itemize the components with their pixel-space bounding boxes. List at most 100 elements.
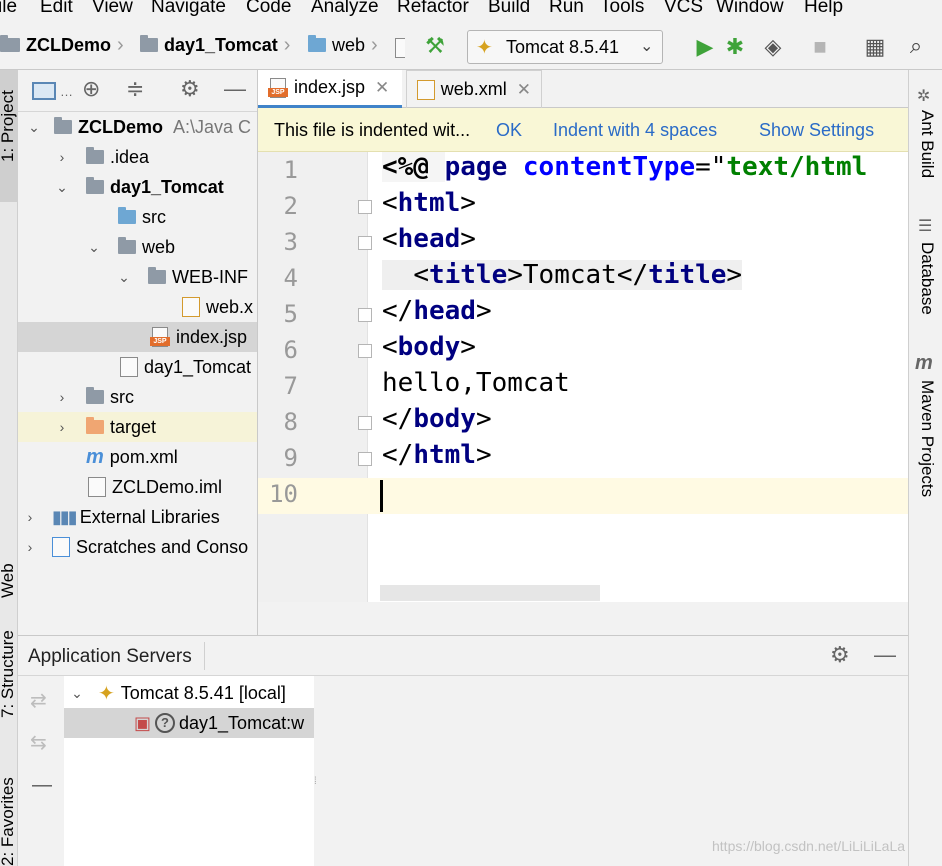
artifact-item[interactable]: ▣ ? day1_Tomcat:w xyxy=(64,708,314,738)
chevron-down-icon: ⌄ xyxy=(56,178,68,195)
web-tool-label[interactable]: Web xyxy=(0,563,18,598)
server-item-tomcat[interactable]: ⌄ ✦ Tomcat 8.5.41 [local] xyxy=(64,678,314,708)
build-hammer-icon[interactable]: ⚒ xyxy=(422,33,448,59)
project-tool-label[interactable]: 1: Project xyxy=(0,90,18,162)
fold-marker-icon[interactable] xyxy=(358,308,372,322)
code-line-3: <head> xyxy=(382,224,476,254)
tree-item-src-root[interactable]: › src xyxy=(18,382,257,412)
fold-marker-icon[interactable] xyxy=(358,452,372,466)
run-configuration-select[interactable]: ✦ Tomcat 8.5.41 ⌄ xyxy=(467,30,663,64)
notification-ok-link[interactable]: OK xyxy=(496,120,522,141)
tree-item-web[interactable]: ⌄ web xyxy=(18,232,257,262)
breadcrumb-folder-label: web xyxy=(332,34,366,55)
menu-analyze[interactable]: Analyze xyxy=(311,0,379,18)
locate-target-icon[interactable]: ⊕ xyxy=(82,76,100,102)
search-icon[interactable]: ⌕ xyxy=(903,33,929,59)
tree-item-web-inf[interactable]: ⌄ WEB-INF xyxy=(18,262,257,292)
gear-icon[interactable]: ⚙ xyxy=(180,76,200,102)
menu-build[interactable]: Build xyxy=(488,0,530,18)
minimize-icon[interactable]: — xyxy=(224,76,246,102)
gear-icon[interactable]: ⚙ xyxy=(830,642,850,668)
minus-icon[interactable]: — xyxy=(32,774,52,797)
database-tool-label[interactable]: Database xyxy=(917,242,937,315)
tree-item-label: pom.xml xyxy=(109,446,178,467)
indent-with-4-spaces-link[interactable]: Indent with 4 spaces xyxy=(553,120,717,141)
tree-item-zcldemo[interactable]: ⌄ ZCLDemo A:\Java C xyxy=(18,112,257,142)
fold-marker-icon[interactable] xyxy=(358,416,372,430)
debug-bug-icon[interactable]: ✱ xyxy=(722,34,748,60)
module-folder-icon xyxy=(86,177,104,194)
minimize-icon[interactable]: — xyxy=(874,642,896,668)
breadcrumb-project[interactable]: ZCLDemo › xyxy=(0,30,124,60)
undeploy-arrows-icon[interactable]: ⇆ xyxy=(30,730,47,755)
jsp-file-icon xyxy=(395,38,405,58)
coverage-shield-icon[interactable]: ◈ xyxy=(760,34,786,60)
structure-tool-label[interactable]: 7: Structure xyxy=(0,630,18,718)
breadcrumb-folder[interactable]: web › xyxy=(308,30,378,60)
tree-item-label: web.x xyxy=(206,296,254,317)
tree-item-target[interactable]: › target xyxy=(18,412,257,442)
fold-marker-icon[interactable] xyxy=(358,200,372,214)
indent-notification-bar: This file is indented wit... OK Indent w… xyxy=(258,108,908,152)
show-settings-link[interactable]: Show Settings xyxy=(759,120,874,141)
menu-tools[interactable]: Tools xyxy=(600,0,644,18)
line-number: 9 xyxy=(283,444,298,472)
stop-icon[interactable]: ■ xyxy=(807,34,833,60)
web-folder-icon xyxy=(308,35,326,52)
artifact-label: day1_Tomcat:w xyxy=(179,712,305,733)
code-line-2: <html> xyxy=(382,188,476,218)
menu-edit[interactable]: Edit xyxy=(40,0,73,18)
menu-window[interactable]: Window xyxy=(716,0,784,18)
fold-marker-icon[interactable] xyxy=(358,344,372,358)
maven-projects-tool-label[interactable]: Maven Projects xyxy=(917,380,937,497)
favorites-tool-label[interactable]: 2: Favorites xyxy=(0,777,18,866)
fold-marker-icon[interactable] xyxy=(358,236,372,250)
excluded-folder-icon xyxy=(86,417,104,434)
code-line-8: </body> xyxy=(382,404,492,434)
panel-title: Application Servers xyxy=(28,646,192,667)
menu-run[interactable]: Run xyxy=(549,0,584,18)
folder-icon xyxy=(86,387,104,404)
deploy-arrows-icon[interactable]: ⇄ xyxy=(30,688,47,713)
close-icon[interactable]: ✕ xyxy=(517,80,531,100)
tree-item-scratches[interactable]: › Scratches and Conso xyxy=(18,532,257,562)
tree-item-pom-xml[interactable]: m pom.xml xyxy=(18,442,257,472)
tree-item-day1-tomcat-iml[interactable]: day1_Tomcat xyxy=(18,352,257,382)
collapse-all-icon[interactable]: ≑ xyxy=(126,76,144,102)
close-icon[interactable]: ✕ xyxy=(375,78,389,98)
tree-item-index-jsp[interactable]: JSP index.jsp xyxy=(18,322,257,352)
breadcrumb-module[interactable]: day1_Tomcat › xyxy=(140,30,290,60)
tab-web-xml[interactable]: web.xml ✕ xyxy=(406,70,542,108)
tree-item-label: target xyxy=(110,416,157,437)
menu-code[interactable]: Code xyxy=(246,0,291,18)
code-line-1: <%@ page contentType="text/html xyxy=(382,152,868,182)
notification-message: This file is indented wit... xyxy=(274,120,471,140)
tree-item-web-xml[interactable]: web.x xyxy=(18,292,257,322)
menu-vcs[interactable]: VCS xyxy=(664,0,703,18)
view-mode-icon[interactable] xyxy=(32,82,56,100)
project-structure-icon[interactable]: ▦ xyxy=(862,34,888,60)
tree-item-external-libraries[interactable]: › ▮▮▮ External Libraries xyxy=(18,502,257,532)
run-icon[interactable]: ▶ xyxy=(692,34,718,60)
menu-view[interactable]: View xyxy=(92,0,133,18)
web-folder-icon xyxy=(118,237,136,254)
ellipsis-icon[interactable]: … xyxy=(60,84,73,99)
menu-help[interactable]: Help xyxy=(804,0,843,18)
tree-item-zcldemo-iml[interactable]: ZCLDemo.iml xyxy=(18,472,257,502)
tree-item-src[interactable]: src xyxy=(18,202,257,232)
menu-navigate[interactable]: Navigate xyxy=(151,0,226,18)
tomcat-cat-icon: ✦ xyxy=(476,37,493,59)
chevron-right-icon: › xyxy=(283,33,291,56)
project-panel: … ⊕ ≑ ⚙ — ⌄ ZCLDemo A:\Java C › .idea ⌄ … xyxy=(18,70,258,635)
ant-build-tool-label[interactable]: Ant Build xyxy=(917,110,937,178)
tab-index-jsp[interactable]: JSP index.jsp ✕ xyxy=(258,70,402,108)
tree-item-label: day1_Tomcat xyxy=(110,176,224,197)
tree-item-day1-tomcat[interactable]: ⌄ day1_Tomcat xyxy=(18,172,257,202)
menu-refactor[interactable]: Refactor xyxy=(397,0,469,18)
menu-file[interactable]: ile xyxy=(0,0,17,18)
horizontal-scrollbar[interactable] xyxy=(380,585,600,601)
tree-item-idea[interactable]: › .idea xyxy=(18,142,257,172)
right-tool-stripe: ✲ Ant Build ☰ Database m Maven Projects xyxy=(908,70,942,866)
resize-grip-icon[interactable]: ⁞ xyxy=(314,776,317,787)
code-line-5: </head> xyxy=(382,296,492,326)
